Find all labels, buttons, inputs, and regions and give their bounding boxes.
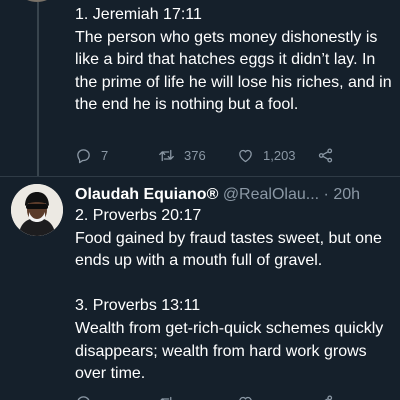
reply-count: 7 bbox=[101, 148, 109, 163]
tweet-actions-2 bbox=[75, 394, 395, 400]
like-count: 1,203 bbox=[263, 148, 296, 163]
share-icon bbox=[317, 394, 334, 400]
reply-icon bbox=[75, 394, 92, 400]
avatar[interactable] bbox=[11, 184, 63, 236]
tweet-actions-1: 7 376 1,203 bbox=[75, 147, 395, 167]
tweet-text-1: 1. Jeremiah 17:11 The person who gets mo… bbox=[75, 6, 392, 114]
avatar-image bbox=[11, 184, 63, 236]
reply-button-2[interactable] bbox=[75, 394, 92, 400]
tweet-text-2: 2. Proverbs 20:17 Food gained by fraud t… bbox=[75, 207, 384, 383]
tweet-divider bbox=[0, 176, 400, 177]
like-button-2[interactable] bbox=[237, 394, 254, 400]
retweet-button-2[interactable] bbox=[158, 394, 175, 400]
tweet-header: Olaudah Equiano® @RealOlau... · 20h bbox=[75, 184, 397, 206]
retweet-count: 376 bbox=[184, 148, 206, 163]
heart-icon bbox=[237, 147, 254, 164]
thread-line bbox=[37, 2, 39, 176]
user-handle[interactable]: @RealOlau... bbox=[223, 186, 319, 203]
retweet-button[interactable]: 376 bbox=[158, 147, 206, 164]
heart-icon bbox=[237, 394, 254, 400]
like-button[interactable]: 1,203 bbox=[237, 147, 296, 164]
reply-icon bbox=[75, 147, 92, 164]
header-separator: · bbox=[323, 186, 329, 203]
share-button[interactable] bbox=[317, 147, 334, 164]
reply-button[interactable]: 7 bbox=[75, 147, 108, 164]
share-button-2[interactable] bbox=[317, 394, 334, 400]
retweet-icon bbox=[158, 394, 175, 400]
retweet-icon bbox=[158, 147, 175, 164]
display-name[interactable]: Olaudah Equiano® bbox=[75, 186, 218, 203]
share-icon bbox=[317, 147, 334, 164]
timestamp[interactable]: 20h bbox=[333, 186, 360, 203]
